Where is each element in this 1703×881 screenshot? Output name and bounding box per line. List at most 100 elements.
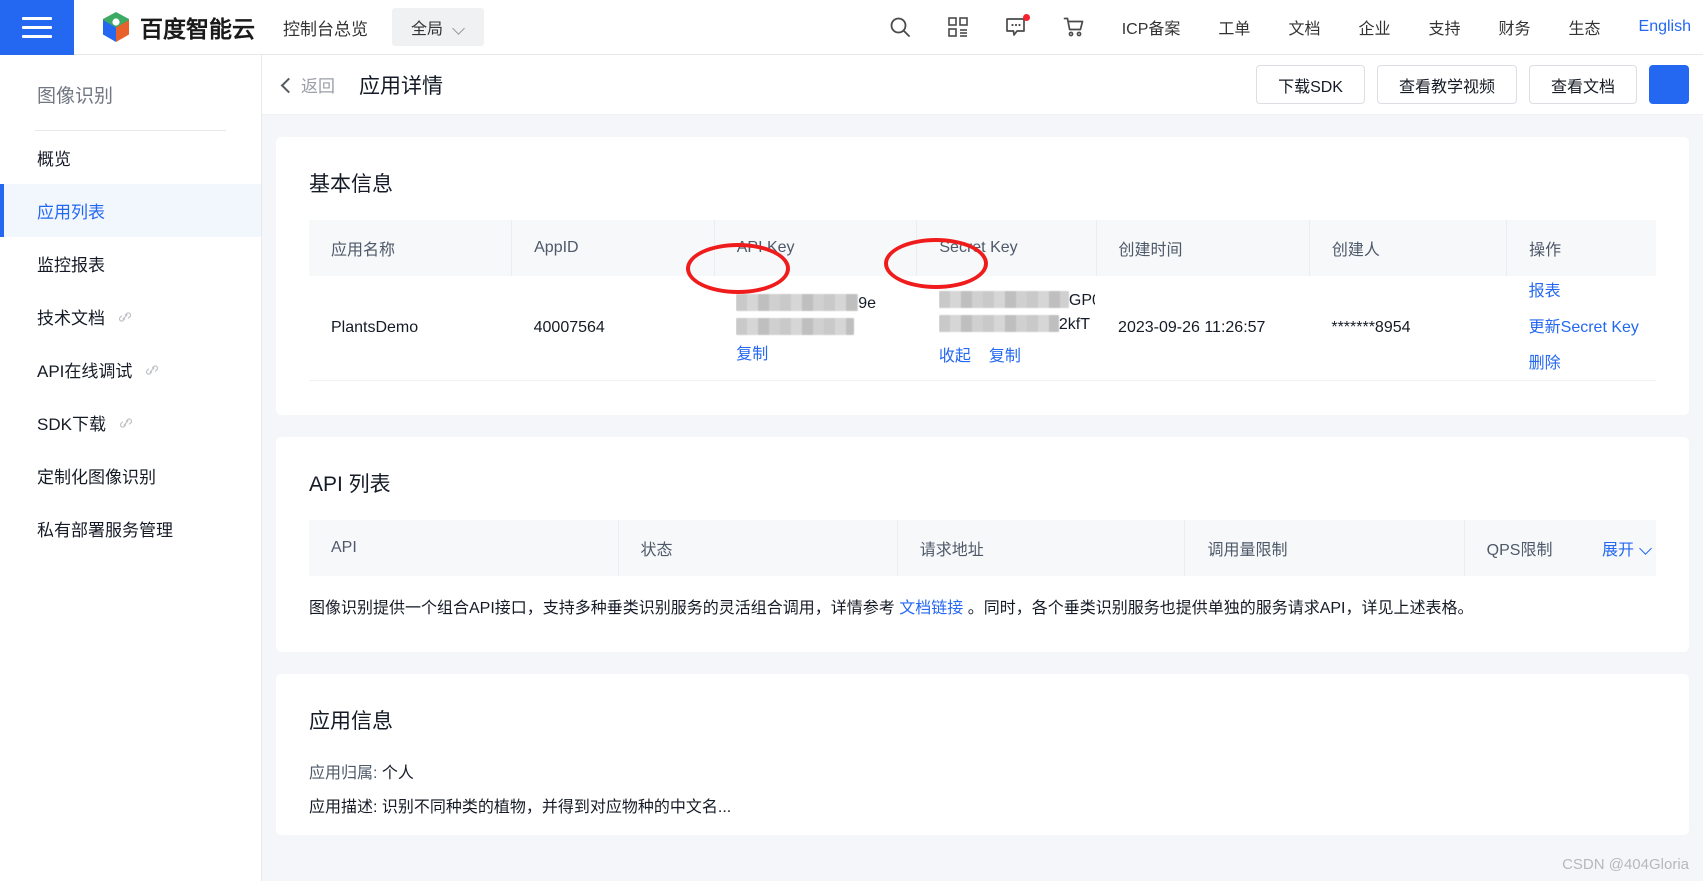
nav-link-language-english[interactable]: English	[1620, 18, 1703, 36]
cell-operations: 报表 更新Secret Key 删除	[1506, 276, 1656, 381]
api-key-mask	[736, 293, 859, 311]
app-ownership-row: 应用归属: 个人	[309, 757, 1656, 791]
sidebar-item-overview[interactable]: 概览	[0, 131, 261, 184]
message-icon[interactable]	[987, 0, 1045, 55]
update-secret-key-link[interactable]: 更新Secret Key	[1529, 315, 1639, 341]
cell-created-time: 2023-09-26 11:26:57	[1096, 276, 1310, 381]
sidebar-item-api-debug[interactable]: API在线调试	[0, 343, 261, 396]
grid-glyph	[947, 17, 968, 37]
col-api: API	[309, 519, 619, 576]
api-key-value-line2	[736, 316, 916, 340]
top-navigation-bar: 百度智能云 控制台总览 全局 ICP备案 工单 文档 企业 支持 财务 生态 E…	[0, 0, 1703, 55]
sidebar-item-sdk-download[interactable]: SDK下载	[0, 396, 261, 449]
sidebar-item-label: 应用列表	[37, 203, 105, 222]
hamburger-line	[22, 25, 52, 29]
chevron-down-icon	[453, 24, 465, 31]
api-key-copy-link[interactable]: 复制	[736, 346, 768, 363]
sidebar-item-label: API在线调试	[37, 362, 133, 381]
secret-key-copy-link[interactable]: 复制	[989, 342, 1021, 366]
search-glyph	[890, 17, 910, 37]
cell-app-name: PlantsDemo	[309, 276, 512, 381]
col-app-id: AppID	[511, 220, 715, 276]
baidu-cloud-logo-icon	[103, 12, 129, 42]
chevron-down-icon	[1640, 544, 1652, 551]
primary-action-button[interactable]	[1649, 65, 1689, 104]
top-nav-right-group: ICP备案 工单 文档 企业 支持 财务 生态 English	[871, 0, 1703, 55]
nav-link-docs[interactable]: 文档	[1269, 15, 1339, 39]
apps-grid-icon[interactable]	[929, 0, 987, 55]
brand-name: 百度智能云	[140, 16, 255, 42]
secret-key-value-top: GP0il	[938, 289, 1095, 313]
cart-icon[interactable]	[1045, 0, 1103, 55]
secret-key-actions: 收起 复制	[939, 342, 1095, 366]
api-note-before: 图像识别提供一个组合API接口，支持多种垂类识别服务的灵活组合调用，详情参考	[309, 599, 900, 617]
watermark: CSDN @404Gloria	[1562, 856, 1689, 873]
secret-key-collapse-link[interactable]: 收起	[939, 342, 971, 366]
basic-info-title: 基本信息	[309, 173, 393, 196]
download-sdk-button[interactable]: 下载SDK	[1256, 65, 1365, 104]
expand-api-list-label: 展开	[1601, 541, 1634, 559]
region-selector-label: 全局	[410, 21, 443, 38]
delete-link[interactable]: 删除	[1529, 351, 1561, 377]
main-content: 返回 应用详情 下载SDK 查看教学视频 查看文档 基本信息 应用名称 AppI…	[262, 55, 1703, 881]
sidebar-item-monitor-report[interactable]: 监控报表	[0, 237, 261, 290]
api-list-table-head: API 状态 请求地址 调用量限制 QPS限制 展开	[309, 519, 1656, 576]
back-button-label: 返回	[301, 77, 335, 96]
sidebar-item-custom-image-recognition[interactable]: 定制化图像识别	[0, 449, 261, 502]
region-selector[interactable]: 全局	[392, 8, 484, 46]
nav-link-ecosystem[interactable]: 生态	[1550, 15, 1620, 39]
nav-link-support[interactable]: 支持	[1409, 15, 1479, 39]
sidebar-item-label: 技术文档	[37, 309, 105, 328]
watch-tutorial-video-button[interactable]: 查看教学视频	[1376, 65, 1517, 104]
cell-secret-key: GP0il 2kfT 收起 复制	[916, 276, 1097, 381]
table-row: PlantsDemo 40007564 9e 复制 GP 2kfT 收起 复制 …	[309, 276, 1656, 381]
back-button[interactable]: 返回	[280, 72, 335, 97]
sidebar-item-label: 私有部署服务管理	[37, 521, 173, 540]
hamburger-icon[interactable]	[0, 0, 74, 55]
col-app-name: 应用名称	[309, 220, 513, 276]
col-api-key: API Key	[714, 220, 918, 276]
cell-api-key: 9e 复制	[714, 276, 917, 381]
hamburger-line	[22, 16, 52, 20]
cart-glyph	[1063, 17, 1084, 37]
app-info-card: 应用信息 应用归属: 个人 应用描述: 识别不同种类的植物，并得到对应物种的中文…	[276, 673, 1689, 835]
secret-key-mask-top	[938, 291, 1069, 309]
sidebar-item-label: 概览	[37, 150, 71, 169]
sidebar-item-app-list[interactable]: 应用列表	[0, 184, 261, 237]
sidebar: 图像识别 概览 应用列表 监控报表 技术文档 API在线调试 SDK下载 定制化…	[0, 55, 262, 881]
app-description-row: 应用描述: 识别不同种类的植物，并得到对应物种的中文名...	[309, 798, 732, 816]
secret-key-mask-bottom	[938, 315, 1059, 333]
table-header-row: 应用名称 AppID API Key Secret Key 创建时间 创建人 操…	[309, 220, 1656, 276]
nav-link-finance[interactable]: 财务	[1479, 15, 1549, 39]
sidebar-item-private-deploy-service[interactable]: 私有部署服务管理	[0, 502, 261, 555]
nav-link-enterprise[interactable]: 企业	[1339, 15, 1409, 39]
app-info-title: 应用信息	[309, 709, 393, 733]
col-secret-key: Secret Key	[916, 220, 1097, 276]
expand-api-list-link[interactable]: 展开	[1602, 520, 1656, 576]
secret-key-tail-bottom: 2kfT	[1058, 316, 1090, 334]
col-qps-limit: QPS限制 展开	[1464, 519, 1656, 576]
sidebar-item-tech-docs[interactable]: 技术文档	[0, 290, 261, 343]
sidebar-item-label: 监控报表	[37, 256, 105, 275]
nav-link-icp[interactable]: ICP备案	[1103, 15, 1200, 39]
basic-info-table: 应用名称 AppID API Key Secret Key 创建时间 创建人 操…	[309, 220, 1656, 381]
external-link-icon	[118, 311, 132, 322]
cell-app-id: 40007564	[511, 276, 715, 381]
search-icon[interactable]	[871, 0, 929, 55]
basic-info-card: 基本信息 应用名称 AppID API Key Secret Key 创建时间 …	[276, 137, 1689, 415]
brand-logo-link[interactable]: 百度智能云	[101, 10, 255, 44]
external-link-icon	[146, 364, 159, 375]
view-docs-button[interactable]: 查看文档	[1528, 65, 1637, 104]
api-docs-link[interactable]: 文档链接	[899, 600, 963, 617]
app-ownership-label: 应用归属:	[309, 764, 378, 782]
report-link[interactable]: 报表	[1529, 279, 1561, 305]
col-status: 状态	[618, 519, 898, 576]
cell-creator: *******8954	[1309, 276, 1507, 381]
col-operations: 操作	[1506, 220, 1656, 276]
console-overview-link[interactable]: 控制台总览	[283, 15, 368, 40]
table-header-row: API 状态 请求地址 调用量限制 QPS限制 展开	[309, 519, 1656, 576]
basic-info-table-head: 应用名称 AppID API Key Secret Key 创建时间 创建人 操…	[309, 220, 1656, 276]
nav-link-ticket[interactable]: 工单	[1199, 15, 1269, 39]
content-scroll-area[interactable]: 基本信息 应用名称 AppID API Key Secret Key 创建时间 …	[262, 115, 1703, 881]
col-qps-limit-label: QPS限制	[1486, 541, 1553, 559]
